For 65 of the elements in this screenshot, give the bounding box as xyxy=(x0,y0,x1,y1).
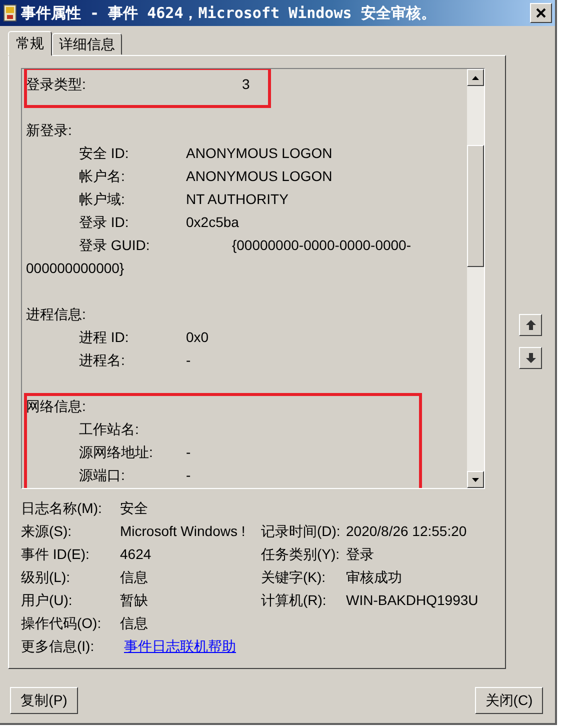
field-label: 工作站名: xyxy=(79,420,140,439)
field-label: 帐户域: xyxy=(79,190,126,209)
field-label: 登录 GUID: xyxy=(79,236,151,255)
field-label: 关键字(K): xyxy=(261,568,327,587)
close-dialog-button[interactable]: 关闭(C) xyxy=(475,687,543,714)
field-value: 信息 xyxy=(120,614,149,633)
up-arrow-icon xyxy=(524,319,536,331)
section-heading: 登录类型: xyxy=(26,75,87,94)
field-value: 4624 xyxy=(120,545,152,564)
field-value: 安全 xyxy=(120,499,149,518)
scroll-thumb[interactable] xyxy=(467,145,484,267)
field-label: 计算机(R): xyxy=(261,591,328,610)
field-value: 登录 xyxy=(346,545,374,564)
field-label: 来源(S): xyxy=(21,522,73,541)
field-value: NT AUTHORITY xyxy=(186,190,288,209)
section-heading: 网络信息: xyxy=(26,397,87,416)
field-label: 源网络地址: xyxy=(79,443,154,462)
field-value: 0x2c5ba xyxy=(186,213,239,232)
field-label: 进程名: xyxy=(79,351,126,370)
field-label: 更多信息(I): xyxy=(21,637,96,656)
field-value: - xyxy=(186,443,191,462)
field-label: 记录时间(D): xyxy=(261,522,342,541)
field-label: 操作代码(O): xyxy=(21,614,102,633)
field-label: 登录 ID: xyxy=(79,213,130,232)
field-label: 事件 ID(E): xyxy=(21,545,90,564)
next-event-button[interactable] xyxy=(519,347,542,369)
field-value: 暂缺 xyxy=(120,591,149,610)
field-value: - xyxy=(186,466,191,485)
field-value: {00000000-0000-0000-0000- xyxy=(232,236,411,255)
field-value: Microsoft Windows ! xyxy=(120,522,246,541)
field-value: 信息 xyxy=(120,568,149,587)
field-value: 3 xyxy=(242,75,250,94)
field-value: 审核成功 xyxy=(346,568,402,587)
field-label: 安全 ID: xyxy=(79,144,130,163)
up-arrow-icon xyxy=(472,76,479,80)
scrollbar[interactable] xyxy=(466,69,484,488)
field-label: 用户(U): xyxy=(21,591,74,610)
field-label: 进程 ID: xyxy=(79,328,130,347)
field-label: 日志名称(M): xyxy=(21,499,103,518)
scroll-down-button[interactable] xyxy=(467,471,484,488)
field-value: 2020/8/26 12:55:20 xyxy=(346,522,467,541)
tab[interactable]: 详细信息 xyxy=(52,33,122,55)
tab[interactable]: 常规 xyxy=(8,31,52,56)
field-value: 0x0 xyxy=(186,328,209,347)
field-label: 任务类别(Y): xyxy=(261,545,341,564)
section-heading: 进程信息: xyxy=(26,305,87,324)
previous-event-button[interactable] xyxy=(519,314,542,336)
scroll-up-button[interactable] xyxy=(467,69,484,86)
field-label: 帐户名: xyxy=(79,167,126,186)
field-label: 级别(L): xyxy=(21,568,71,587)
window-title: 事件属性 - 事件 4624，Microsoft Windows 安全审核。 xyxy=(21,4,437,22)
event-viewer-icon xyxy=(3,4,17,22)
copy-button[interactable]: 复制(P) xyxy=(10,687,78,714)
field-value: ANONYMOUS LOGON xyxy=(186,144,332,163)
down-arrow-icon xyxy=(524,352,536,364)
close-button[interactable] xyxy=(530,3,552,23)
field-value: - xyxy=(186,351,191,370)
help-link[interactable]: 事件日志联机帮助 xyxy=(124,636,265,659)
field-value: ANONYMOUS LOGON xyxy=(186,167,332,186)
section-heading: 新登录: xyxy=(26,121,73,140)
field-value: 000000000000} xyxy=(26,259,124,278)
close-icon xyxy=(536,8,546,18)
field-label: 源端口: xyxy=(79,466,126,485)
field-value: WIN-BAKDHQ1993U xyxy=(346,591,478,610)
down-arrow-icon xyxy=(472,478,479,482)
